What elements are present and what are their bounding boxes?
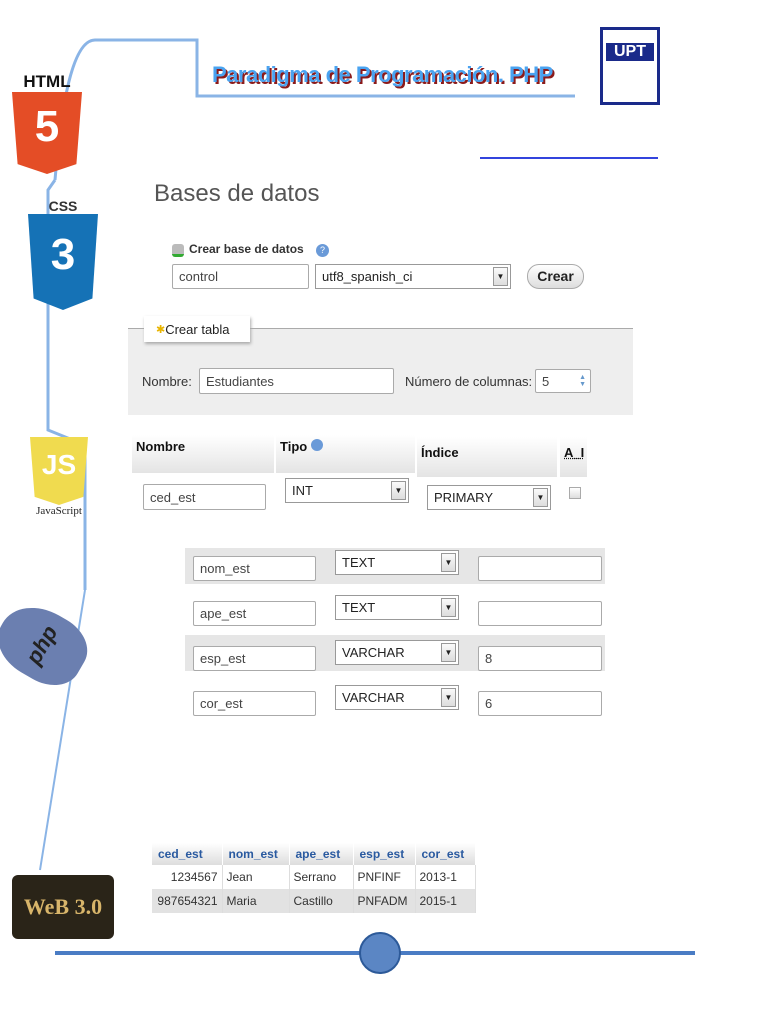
db-name-input[interactable]: control: [172, 264, 309, 289]
column-header-index: Índice: [417, 437, 557, 477]
result-header[interactable]: esp_est: [353, 843, 416, 865]
collation-select[interactable]: utf8_spanish_ci ▼: [315, 264, 511, 289]
table-row: 987654321 Maria Castillo PNFADM 2015-1: [152, 889, 476, 913]
table-cell: Castillo: [289, 889, 354, 913]
help-icon[interactable]: ?: [316, 244, 329, 257]
result-header[interactable]: cor_est: [415, 843, 476, 865]
column-type-select[interactable]: VARCHAR ▼: [335, 685, 459, 710]
column-length-input[interactable]: 8: [478, 646, 602, 671]
column-name-input[interactable]: cor_est: [193, 691, 316, 716]
table-cell: PNFADM: [353, 889, 416, 913]
create-table-label: Crear tabla: [165, 321, 230, 337]
collation-value: utf8_spanish_ci: [322, 269, 413, 284]
chevron-down-icon: ▼: [391, 481, 406, 500]
create-db-label: Crear base de datos: [189, 242, 304, 256]
column-name-input[interactable]: ape_est: [193, 601, 316, 626]
columns-count-stepper[interactable]: 5 ▲ ▼: [535, 369, 591, 393]
javascript-logo: JS JavaScript: [30, 437, 88, 517]
column-length-input[interactable]: [478, 556, 602, 581]
table-cell: PNFINF: [353, 865, 416, 889]
type-value: VARCHAR: [342, 645, 405, 660]
column-length-input[interactable]: [478, 601, 602, 626]
create-table-tab[interactable]: ✱ Crear tabla: [144, 316, 250, 342]
column-name-input[interactable]: ced_est: [143, 484, 266, 510]
chevron-down-icon: ▼: [441, 598, 456, 617]
page-header-title: Paradigma de Programación. PHP: [212, 62, 553, 87]
table-cell: 2015-1: [415, 889, 476, 913]
database-add-icon: [172, 244, 184, 257]
create-db-button[interactable]: Crear: [527, 264, 584, 289]
html5-logo: HTML 5: [12, 72, 82, 174]
css3-logo: CSS 3: [28, 198, 98, 310]
column-length-input[interactable]: 6: [478, 691, 602, 716]
column-name-input[interactable]: esp_est: [193, 646, 316, 671]
result-table: ced_est nom_est ape_est esp_est cor_est …: [152, 843, 476, 913]
table-name-input[interactable]: Estudiantes: [199, 368, 394, 394]
university-logo: UPT: [600, 27, 660, 105]
column-name-input[interactable]: nom_est: [193, 556, 316, 581]
column-header-type: Tipo: [276, 435, 415, 473]
page-title: Bases de datos: [154, 180, 320, 207]
index-value: PRIMARY: [434, 490, 493, 505]
column-index-select[interactable]: PRIMARY ▼: [427, 485, 551, 510]
table-cell: 987654321: [152, 889, 223, 913]
help-icon[interactable]: [310, 439, 323, 451]
chevron-down-icon: ▼: [441, 553, 456, 572]
column-type-select[interactable]: VARCHAR ▼: [335, 640, 459, 665]
table-cell: 2013-1: [415, 865, 476, 889]
result-header-row: ced_est nom_est ape_est esp_est cor_est: [152, 843, 476, 865]
table-row: 1234567 Jean Serrano PNFINF 2013-1: [152, 865, 476, 889]
chevron-down-icon: ▼: [441, 643, 456, 662]
column-header-ai: A_I: [560, 437, 587, 477]
table-add-icon: ✱: [156, 323, 166, 336]
spinner-icon[interactable]: ▲ ▼: [579, 374, 586, 388]
result-header[interactable]: ced_est: [152, 843, 223, 865]
type-value: VARCHAR: [342, 690, 405, 705]
type-value: TEXT: [342, 555, 376, 570]
result-header[interactable]: ape_est: [289, 843, 354, 865]
chevron-down-icon: ▼: [493, 267, 508, 286]
type-header-label: Tipo: [280, 439, 308, 454]
column-header-name: Nombre: [132, 435, 274, 473]
columns-count-value: 5: [542, 373, 550, 389]
column-type-select[interactable]: TEXT ▼: [335, 595, 459, 620]
result-header[interactable]: nom_est: [222, 843, 290, 865]
auto-increment-checkbox[interactable]: [569, 487, 581, 499]
type-value: INT: [292, 483, 313, 498]
table-name-label: Nombre:: [142, 374, 192, 389]
chevron-down-icon: ▼: [533, 488, 548, 507]
table-cell: 1234567: [152, 865, 223, 889]
table-cell: Serrano: [289, 865, 354, 889]
columns-count-label: Número de columnas:: [405, 374, 533, 389]
table-cell: Jean: [222, 865, 290, 889]
type-value: TEXT: [342, 600, 376, 615]
web3-logo: WeB 3.0: [12, 875, 114, 939]
column-type-select[interactable]: TEXT ▼: [335, 550, 459, 575]
column-type-select[interactable]: INT ▼: [285, 478, 409, 503]
table-cell: Maria: [222, 889, 290, 913]
chevron-down-icon: ▼: [441, 688, 456, 707]
